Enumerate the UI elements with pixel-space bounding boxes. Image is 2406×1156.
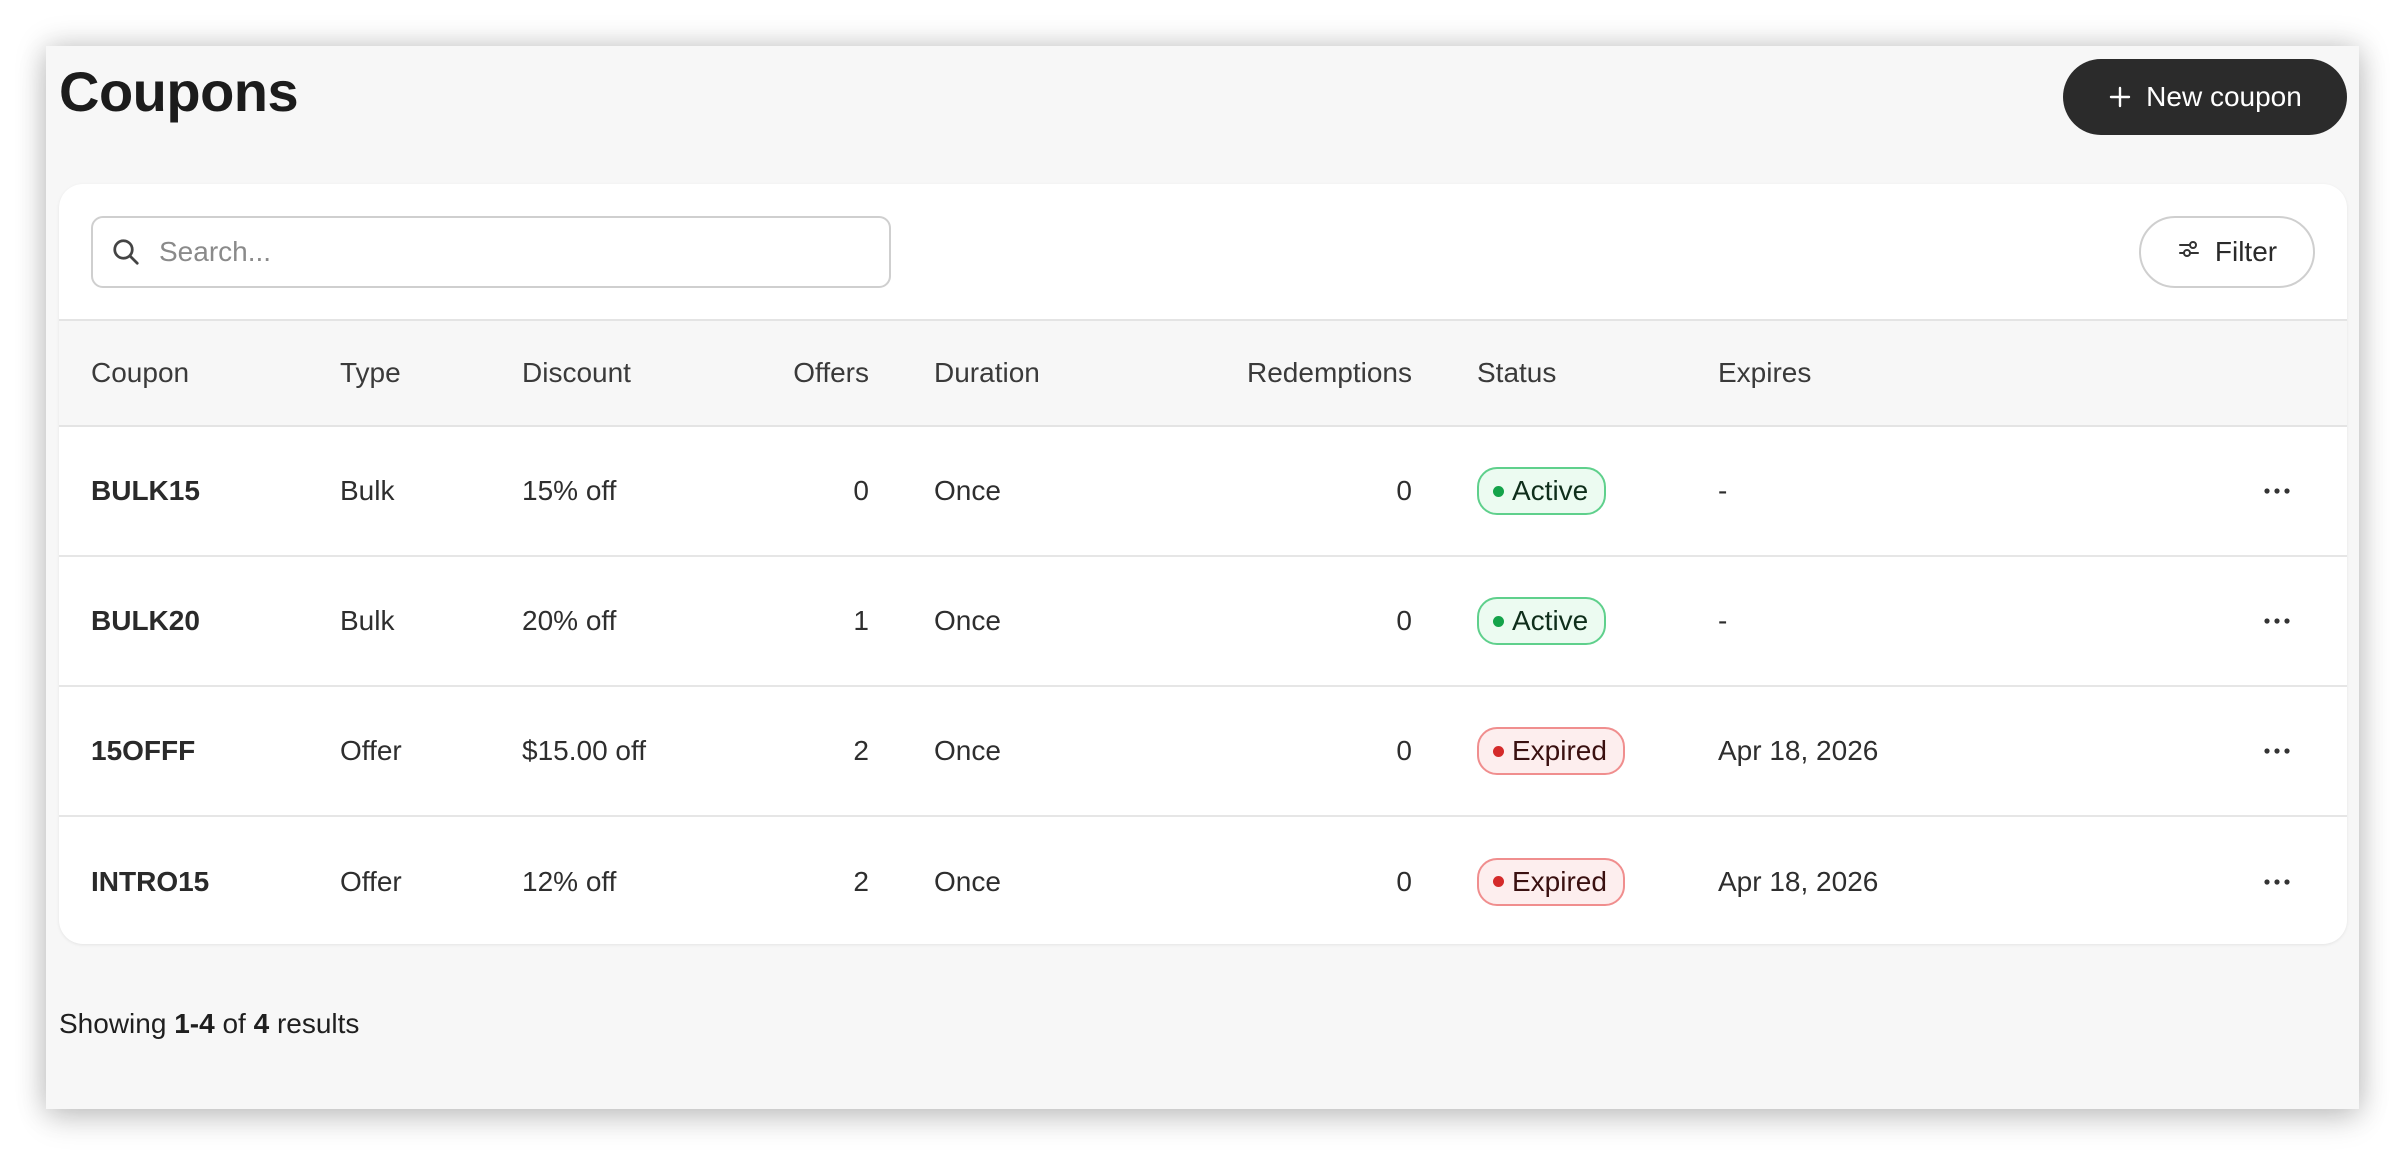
coupon-offers: 0 — [746, 426, 869, 557]
column-header-expires[interactable]: Expires — [1718, 321, 2025, 427]
coupon-expires: Apr 18, 2026 — [1718, 865, 1879, 897]
search-input[interactable] — [157, 235, 861, 269]
status-dot-icon — [1493, 615, 1504, 627]
more-horizontal-icon[interactable] — [2253, 727, 2301, 775]
column-header-redemptions[interactable]: Redemptions — [1134, 321, 1412, 427]
status-label: Expired — [1512, 865, 1607, 897]
coupon-code[interactable]: BULK15 — [59, 426, 340, 557]
more-horizontal-icon[interactable] — [2253, 858, 2301, 906]
column-header-type[interactable]: Type — [340, 321, 522, 427]
coupon-duration: Once — [934, 426, 1134, 557]
coupon-type: Bulk — [340, 426, 522, 557]
status-badge: Expired — [1477, 727, 1625, 775]
coupon-redemptions: 0 — [1396, 865, 1412, 897]
coupon-offers: 2 — [853, 865, 869, 897]
coupon-code[interactable]: BULK20 — [59, 556, 340, 687]
coupon-redemptions: 0 — [1134, 686, 1412, 817]
column-header-status[interactable]: Status — [1412, 321, 1718, 427]
table-header-row: Coupon Type Discount Offers Duration Red… — [59, 321, 2347, 427]
column-header-duration[interactable]: Duration — [934, 321, 1134, 427]
coupon-discount: 20% off — [522, 556, 746, 687]
status-badge: Active — [1477, 467, 1607, 515]
coupon-type: Offer — [340, 686, 522, 817]
filter-icon — [2177, 236, 2201, 268]
coupon-type: Offer — [340, 865, 402, 897]
status-dot-icon — [1493, 876, 1504, 887]
results-of-text: of — [222, 1008, 246, 1039]
status-badge: Expired — [1477, 857, 1625, 906]
status-label: Expired — [1512, 735, 1607, 766]
coupon-expires: - — [1718, 426, 2025, 557]
results-label: results — [276, 1008, 360, 1039]
coupon-redemptions: 0 — [1134, 426, 1412, 557]
coupon-redemptions: 0 — [1134, 556, 1412, 687]
status-badge: Active — [1477, 597, 1607, 645]
coupons-table: Coupon Type Discount Offers Duration Red… — [59, 321, 2347, 944]
more-horizontal-icon[interactable] — [2253, 597, 2301, 645]
column-header-coupon[interactable]: Coupon — [59, 321, 340, 427]
status-label: Active — [1512, 475, 1589, 506]
column-header-discount[interactable]: Discount — [522, 321, 746, 427]
plus-icon — [2108, 85, 2132, 109]
coupon-expires: - — [1718, 556, 2025, 687]
column-header-offers[interactable]: Offers — [746, 321, 869, 427]
table-toolbar: Filter — [59, 184, 2347, 321]
status-label: Active — [1512, 605, 1589, 636]
coupon-offers: 1 — [746, 556, 869, 687]
coupon-discount: 12% off — [522, 865, 617, 897]
search-box[interactable] — [91, 216, 891, 288]
table-row[interactable]: BULK20 Bulk 20% off 1 Once 0 Active - — [59, 556, 2347, 687]
table-row[interactable]: INTRO15 Offer 12% off 2 Once 0 Expired A… — [59, 816, 2347, 944]
results-showing-text: Showing — [59, 1008, 167, 1039]
coupons-card: Filter Coupon Type Discount — [59, 184, 2347, 944]
coupon-offers: 2 — [746, 686, 869, 817]
filter-label: Filter — [2214, 236, 2278, 267]
coupon-code[interactable]: 15OFFF — [59, 686, 340, 817]
new-coupon-label: New coupon — [2146, 81, 2302, 112]
coupon-expires: Apr 18, 2026 — [1718, 686, 2025, 817]
status-dot-icon — [1493, 485, 1504, 497]
pagination-summary: Showing 1-4 of 4 results — [59, 1008, 359, 1040]
more-horizontal-icon[interactable] — [2253, 467, 2301, 515]
table-row[interactable]: 15OFFF Offer $15.00 off 2 Once 0 Expired… — [59, 686, 2347, 817]
coupon-code[interactable]: INTRO15 — [59, 816, 340, 944]
page-title: Coupons — [59, 60, 299, 123]
coupon-discount: 15% off — [522, 426, 746, 557]
status-dot-icon — [1493, 745, 1504, 757]
search-icon — [109, 235, 143, 269]
coupon-duration: Once — [934, 556, 1134, 687]
table-row[interactable]: BULK15 Bulk 15% off 0 Once 0 Active - — [59, 426, 2347, 557]
coupon-duration: Once — [934, 865, 1001, 897]
coupon-duration: Once — [934, 686, 1134, 817]
results-range: 1-4 — [174, 1008, 215, 1039]
results-total: 4 — [253, 1008, 270, 1039]
filter-button[interactable]: Filter — [2139, 216, 2315, 288]
coupon-type: Bulk — [340, 556, 522, 687]
new-coupon-button[interactable]: New coupon — [2063, 59, 2347, 135]
app-window: Coupons New coupon Search... Filter Coup… — [46, 46, 2359, 1109]
coupon-discount: $15.00 off — [522, 686, 746, 817]
